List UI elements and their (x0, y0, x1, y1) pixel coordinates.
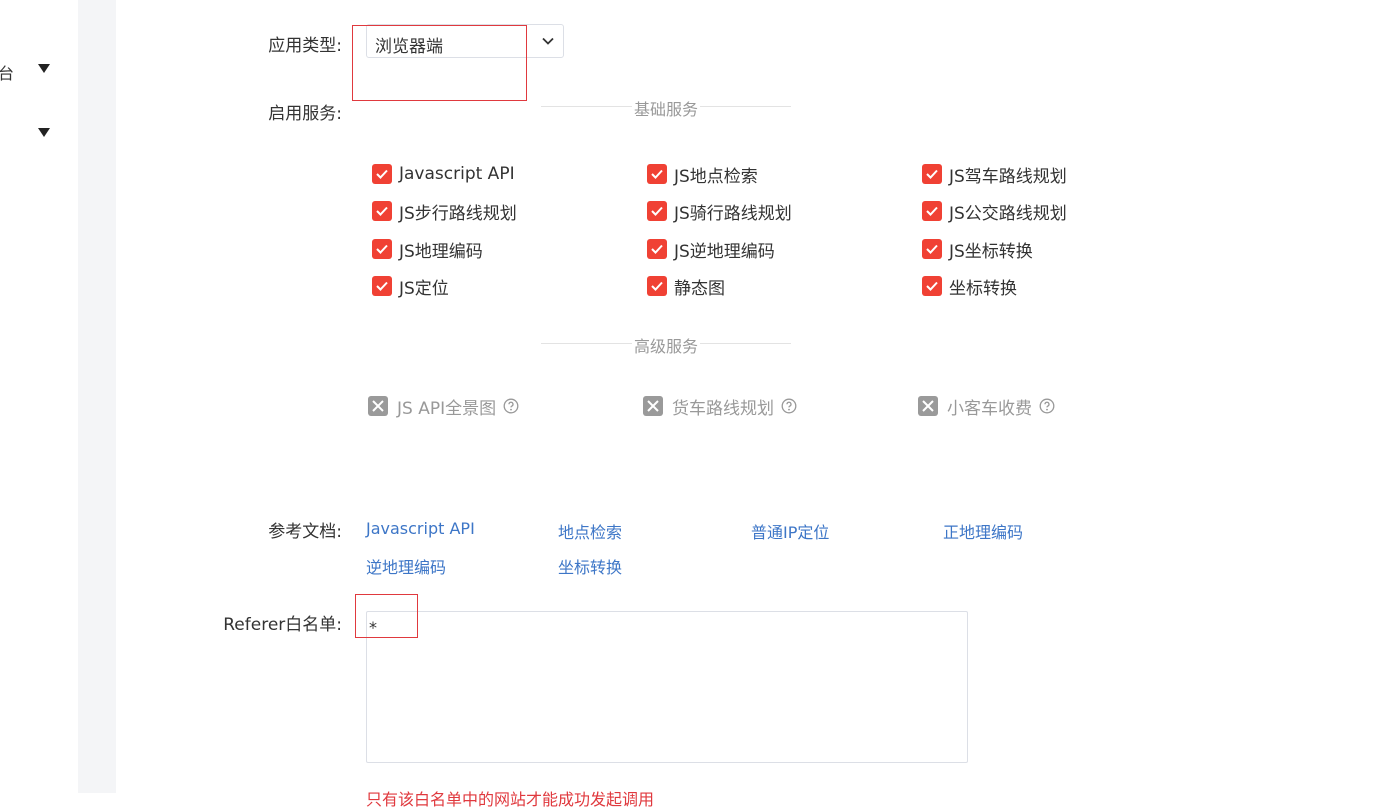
service-label: JS公交路线规划 (949, 203, 1067, 224)
advanced-service-label: JS API全景图 (397, 398, 497, 419)
checkbox-checked-icon (372, 239, 392, 259)
service-label: JS步行路线规划 (399, 203, 517, 224)
referer-hint: 只有该白名单中的网站才能成功发起调用 (366, 790, 655, 809)
sidebar-item-label: 台 (0, 64, 15, 83)
service-checkbox[interactable]: 静态图 (647, 274, 725, 299)
service-label: JS骑行路线规划 (674, 203, 792, 224)
service-checkbox[interactable]: 坐标转换 (922, 274, 1017, 299)
sidebar: 台 (0, 0, 78, 793)
services-label: 启用服务: (268, 104, 342, 124)
checkbox-checked-icon (372, 164, 392, 184)
highlight-box (355, 594, 418, 638)
advanced-service-item: 小客车收费 (918, 394, 1055, 419)
checkbox-checked-icon (372, 276, 392, 296)
service-label: JS驾车路线规划 (949, 166, 1067, 187)
advanced-service-item: JS API全景图 (368, 394, 519, 419)
service-checkbox[interactable]: JS坐标转换 (922, 237, 1033, 262)
checkbox-checked-icon (647, 276, 667, 296)
app-type-label: 应用类型: (268, 36, 342, 56)
service-label: JS逆地理编码 (674, 241, 775, 262)
basic-services-title: 基础服务 (631, 96, 701, 120)
service-checkbox[interactable]: Javascript API (372, 162, 515, 186)
advanced-services-title: 高级服务 (631, 333, 701, 357)
disabled-checkbox-icon (643, 396, 663, 416)
checkbox-checked-icon (647, 239, 667, 259)
advanced-service-label: 货车路线规划 (672, 398, 774, 419)
disabled-checkbox-icon (918, 396, 938, 416)
service-label: JS地点检索 (674, 166, 758, 187)
help-icon[interactable] (781, 398, 797, 414)
referer-label: Referer白名单: (223, 615, 342, 635)
caret-down-icon (38, 64, 50, 73)
service-checkbox[interactable]: JS步行路线规划 (372, 199, 517, 224)
service-checkbox[interactable]: JS地点检索 (647, 162, 758, 187)
doc-link[interactable]: 坐标转换 (558, 554, 622, 578)
doc-link[interactable]: 地点检索 (558, 519, 622, 543)
doc-link[interactable]: Javascript API (366, 519, 475, 538)
service-checkbox[interactable]: JS定位 (372, 274, 449, 299)
doc-link[interactable]: 普通IP定位 (751, 519, 829, 543)
chevron-down-icon (542, 37, 554, 45)
checkbox-checked-icon (372, 201, 392, 221)
highlight-box (352, 25, 527, 101)
service-label: JS地理编码 (399, 241, 483, 262)
sidebar-item-1[interactable]: 台 (0, 56, 78, 86)
help-icon[interactable] (1039, 398, 1055, 414)
checkbox-checked-icon (922, 201, 942, 221)
advanced-service-item: 货车路线规划 (643, 394, 797, 419)
service-label: JS定位 (399, 278, 449, 299)
service-checkbox[interactable]: JS地理编码 (372, 237, 483, 262)
checkbox-checked-icon (922, 276, 942, 296)
sidebar-item-2[interactable] (0, 120, 78, 150)
checkbox-checked-icon (647, 164, 667, 184)
service-checkbox[interactable]: JS公交路线规划 (922, 199, 1067, 224)
sidebar-gutter (78, 0, 116, 793)
advanced-service-label: 小客车收费 (947, 398, 1032, 419)
docs-label: 参考文档: (268, 522, 342, 542)
service-label: Javascript API (399, 164, 515, 184)
service-checkbox[interactable]: JS骑行路线规划 (647, 199, 792, 224)
service-label: 静态图 (674, 278, 725, 299)
referer-textarea[interactable]: * (366, 611, 968, 763)
caret-down-icon (38, 128, 50, 137)
service-label: 坐标转换 (949, 278, 1017, 299)
checkbox-checked-icon (647, 201, 667, 221)
checkbox-checked-icon (922, 164, 942, 184)
advanced-services-divider: 高级服务 (541, 333, 791, 357)
doc-link[interactable]: 逆地理编码 (366, 554, 446, 578)
help-icon[interactable] (503, 398, 519, 414)
service-checkbox[interactable]: JS逆地理编码 (647, 237, 775, 262)
doc-link[interactable]: 正地理编码 (943, 519, 1023, 543)
service-label: JS坐标转换 (949, 241, 1033, 262)
basic-services-divider: 基础服务 (541, 96, 791, 120)
service-checkbox[interactable]: JS驾车路线规划 (922, 162, 1067, 187)
disabled-checkbox-icon (368, 396, 388, 416)
checkbox-checked-icon (922, 239, 942, 259)
